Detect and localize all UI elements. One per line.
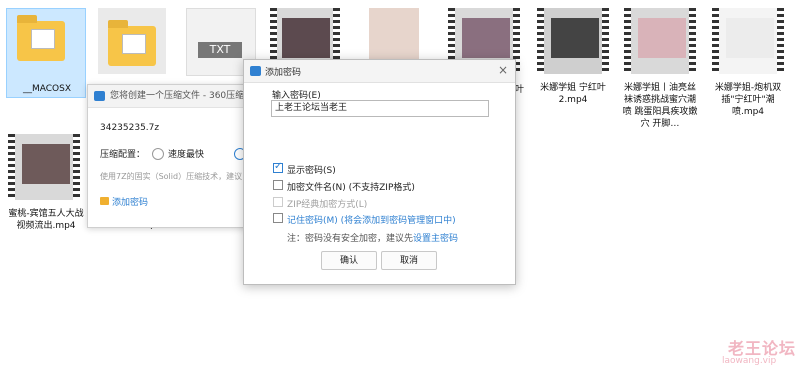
add-password-link[interactable]: 添加密码 xyxy=(112,195,148,208)
encrypt-filenames-checkbox[interactable] xyxy=(273,180,283,190)
folder-icon xyxy=(108,20,156,66)
video-file-mina-3[interactable]: 米娜学姐丨油亮丝袜诱惑挑战蜜穴潮喷 跳蛋阳具疾攻嫩穴 开脚… xyxy=(620,8,700,134)
dialog-titlebar: 添加密码 × xyxy=(244,60,515,83)
set-master-password-link[interactable]: 设置主密码 xyxy=(413,234,458,244)
add-password-dialog: 添加密码 × 输入密码(E) 上老王论坛当老王 显示密码(S) 加密文件名(N)… xyxy=(243,59,516,285)
radio-fast[interactable] xyxy=(152,148,164,160)
file-name: 米娜学姐丨油亮丝袜诱惑挑战蜜穴潮喷 跳蛋阳具疾攻嫩穴 开脚… xyxy=(622,83,698,129)
ok-button[interactable]: 确认 xyxy=(321,251,377,270)
remember-password-label[interactable]: 记住密码(M) (将会添加到密码管理窗口中) xyxy=(287,213,456,226)
config-label: 压缩配置： xyxy=(100,150,146,160)
password-input[interactable]: 上老王论坛当老王 xyxy=(271,100,489,117)
archive-filename[interactable]: 34235235.7z xyxy=(100,123,159,133)
show-password-checkbox[interactable] xyxy=(273,161,283,173)
video-file-mina-2[interactable]: 米娜学姐 宁红叶2.mp4 xyxy=(533,8,613,118)
folder-macosx[interactable]: __MACOSX xyxy=(6,8,86,98)
watermark-url: laowang.vip xyxy=(722,356,777,366)
security-note-text: 注：密码没有安全加密，建议先 xyxy=(287,234,414,244)
app-logo-icon xyxy=(94,91,105,101)
show-password-label: 显示密码(S) xyxy=(287,166,336,176)
compression-window: 您将创建一个压缩文件 - 360压缩 34235235.7z 压缩配置： 速度最… xyxy=(87,84,249,228)
zip-classic-checkbox[interactable] xyxy=(273,197,283,207)
folder-item[interactable] xyxy=(92,8,172,74)
close-icon[interactable]: × xyxy=(498,63,508,77)
option-fast: 速度最快 xyxy=(168,150,205,160)
file-name: 蜜桃-宾馆五人大战视频流出.mp4 xyxy=(8,209,84,231)
app-logo-icon xyxy=(250,66,261,76)
window-title: 您将创建一个压缩文件 - 360压缩 xyxy=(110,91,245,101)
zip-classic-label: ZIP经典加密方式(L) xyxy=(287,200,368,210)
remember-password-checkbox[interactable] xyxy=(273,213,283,223)
file-name: 米娜学姐-炮机双插"宁红叶"潮喷.mp4 xyxy=(714,83,782,117)
compression-hint: 使用7Z的固实（Solid）压缩技术，建议… xyxy=(100,172,246,181)
file-name: __MACOSX xyxy=(22,84,71,94)
file-name: 米娜学姐 宁红叶2.mp4 xyxy=(540,83,606,105)
video-file-mitao[interactable]: 蜜桃-宾馆五人大战视频流出.mp4 xyxy=(6,134,86,234)
compression-window-title: 您将创建一个压缩文件 - 360压缩 xyxy=(88,85,248,108)
security-note: 注：密码没有安全加密，建议先设置主密码 xyxy=(287,231,458,244)
folder-icon xyxy=(17,15,65,61)
dialog-title: 添加密码 xyxy=(265,68,302,78)
video-file-mina-4[interactable]: 米娜学姐-炮机双插"宁红叶"潮喷.mp4 xyxy=(708,8,788,128)
cancel-button[interactable]: 取消 xyxy=(381,251,437,270)
lock-icon xyxy=(100,197,109,205)
txt-icon: TXT xyxy=(198,42,242,58)
encrypt-filenames-label: 加密文件名(N) (不支持ZIP格式) xyxy=(287,183,415,193)
